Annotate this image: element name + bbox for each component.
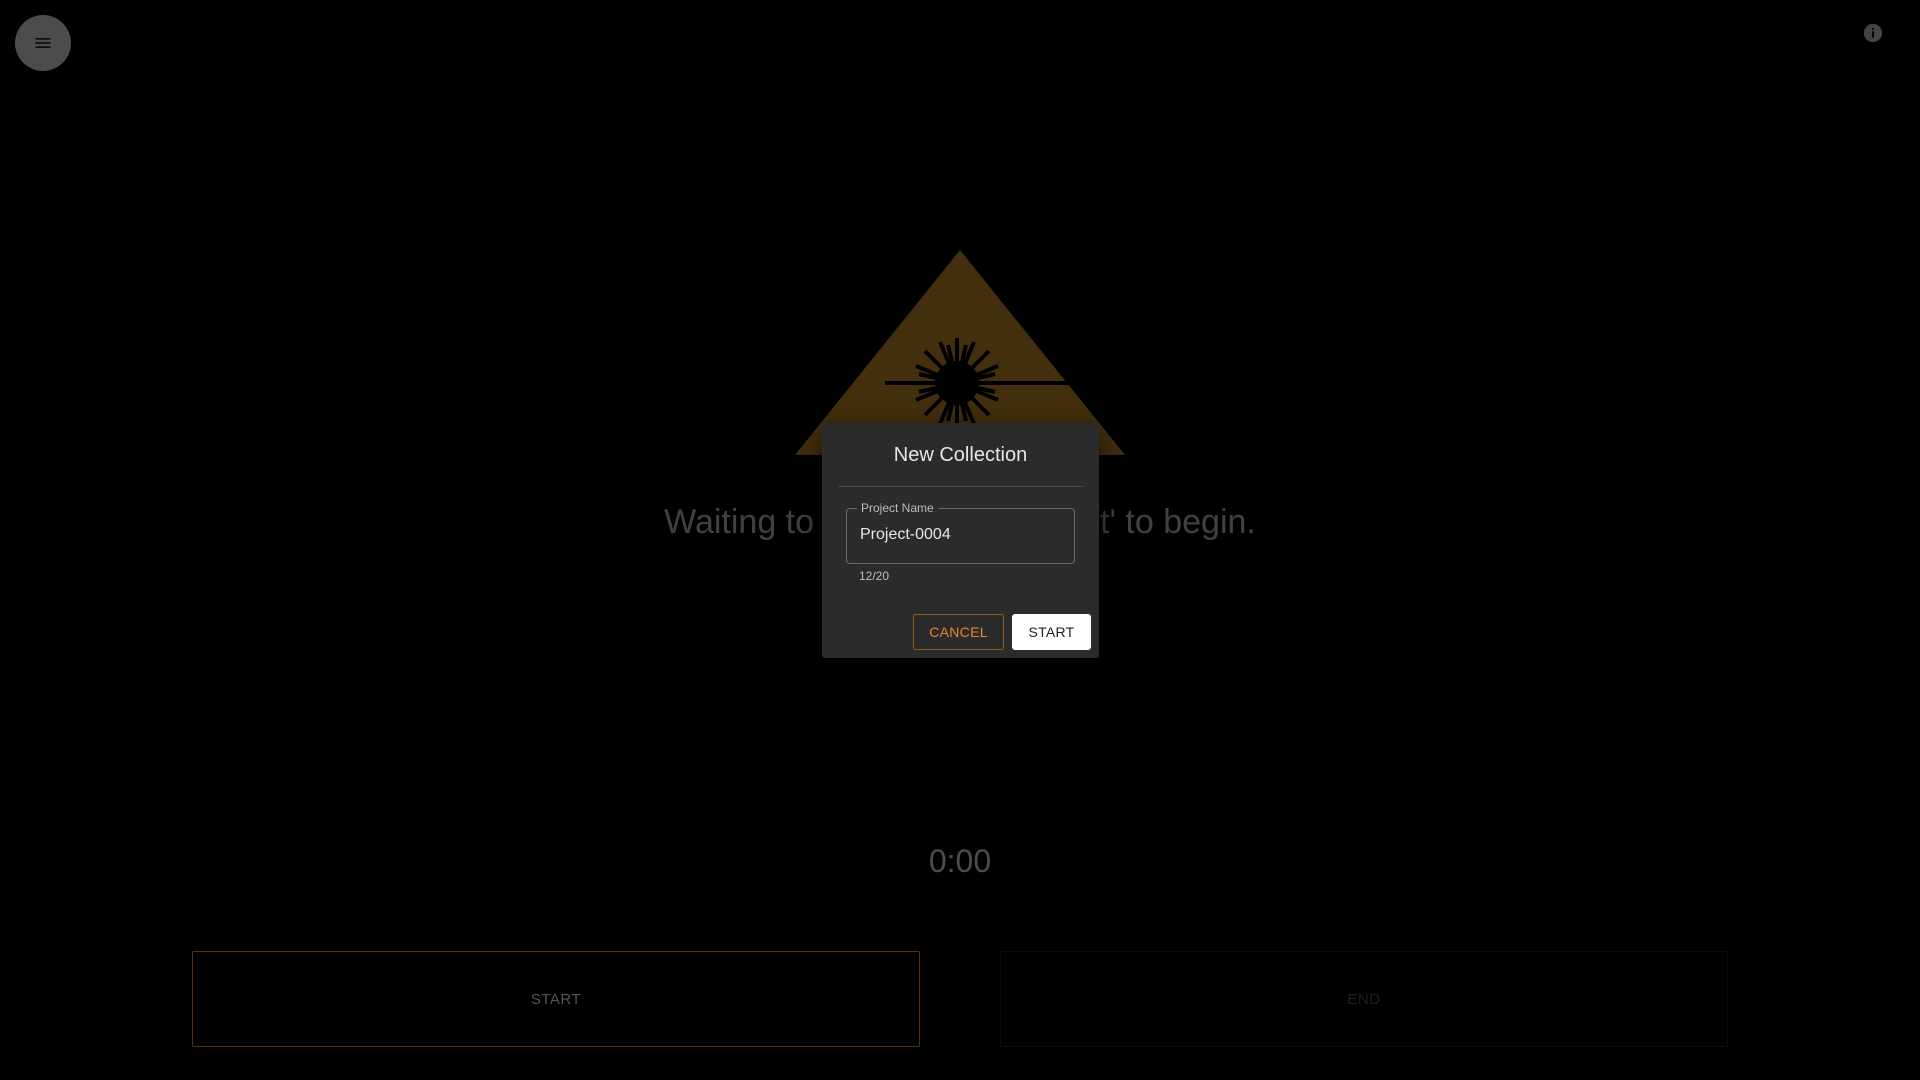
- app-screen: Waiting to t' to begin. 0:00 START END Ne…: [0, 0, 1920, 1080]
- new-collection-dialog: New Collection Project Name 12/20 CANCEL…: [822, 423, 1099, 658]
- project-name-field: Project Name: [846, 501, 1075, 564]
- dialog-start-button[interactable]: START: [1012, 614, 1091, 650]
- project-name-label: Project Name: [857, 501, 938, 515]
- cancel-button[interactable]: CANCEL: [913, 614, 1004, 650]
- character-counter: 12/20: [859, 569, 890, 583]
- dialog-divider: [838, 486, 1083, 487]
- project-name-input[interactable]: [860, 526, 1060, 544]
- dialog-title: New Collection: [893, 444, 1028, 466]
